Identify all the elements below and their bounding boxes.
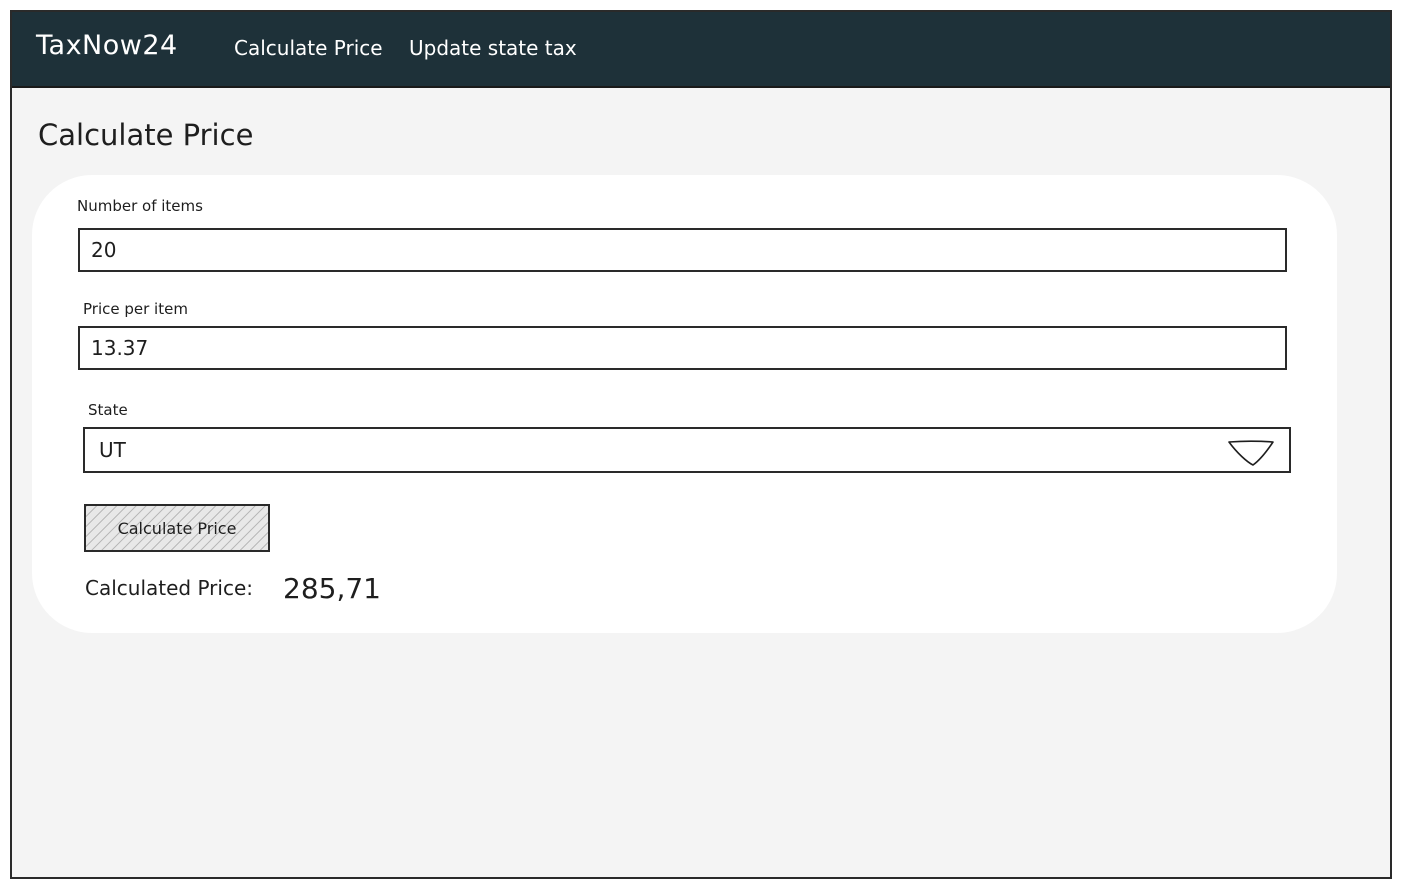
calculator-card: Number of items Price per item State UT … bbox=[32, 175, 1337, 633]
nav-link-calculate-price[interactable]: Calculate Price bbox=[234, 36, 383, 60]
items-field-label: Number of items bbox=[77, 197, 203, 215]
brand-logo[interactable]: TaxNow24 bbox=[36, 30, 178, 61]
state-select-value: UT bbox=[99, 438, 126, 462]
state-select[interactable]: UT bbox=[83, 427, 1291, 473]
app-window: TaxNow24 Calculate Price Update state ta… bbox=[10, 10, 1392, 879]
price-input[interactable] bbox=[78, 326, 1287, 370]
price-field-label: Price per item bbox=[83, 300, 188, 318]
calculate-price-button[interactable]: Calculate Price bbox=[84, 504, 270, 552]
calculated-price-label: Calculated Price: bbox=[85, 576, 253, 600]
page-title: Calculate Price bbox=[38, 118, 254, 152]
nav-link-update-state-tax[interactable]: Update state tax bbox=[409, 36, 577, 60]
chevron-down-icon[interactable] bbox=[1227, 439, 1275, 467]
calculated-price-value: 285,71 bbox=[283, 572, 381, 605]
navbar: TaxNow24 Calculate Price Update state ta… bbox=[12, 12, 1390, 88]
items-input[interactable] bbox=[78, 228, 1287, 272]
state-field-label: State bbox=[88, 401, 128, 419]
